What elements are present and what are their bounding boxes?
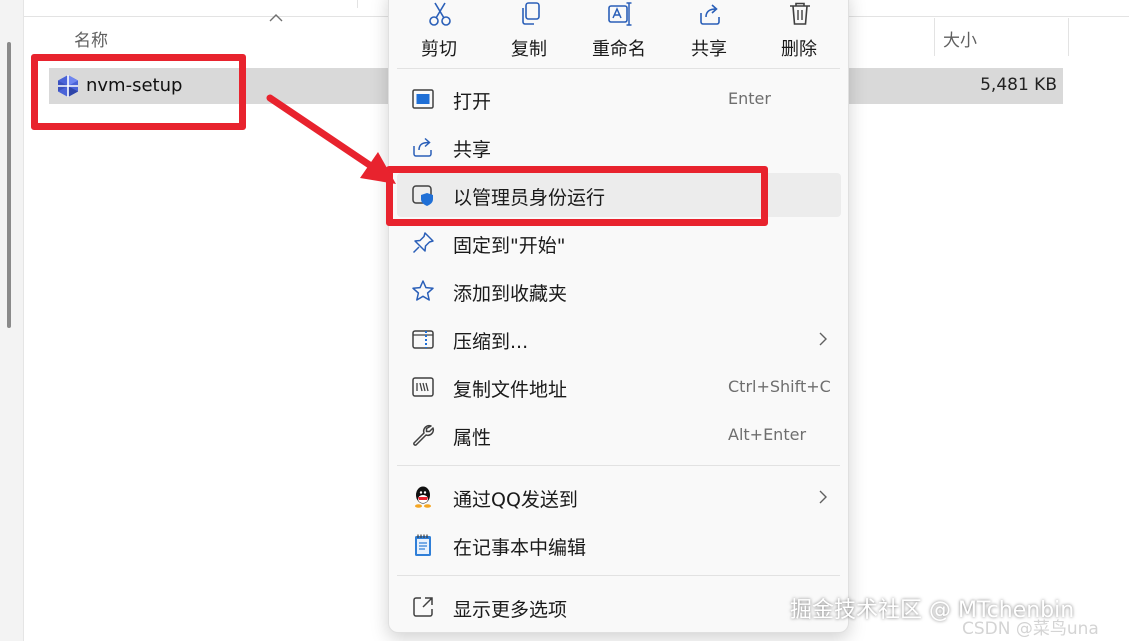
menu-item-share[interactable]: 共享 [397, 125, 841, 169]
context-menu: 剪切 复制 重命名 共享 删除 打开 Enter 共享 以管理员身份运行 固定到… [388, 0, 849, 633]
menu-item-shortcut: Alt+Enter [728, 425, 807, 444]
menu-item-shortcut: Ctrl+Shift+C [728, 377, 831, 396]
pin-icon [412, 232, 434, 254]
menu-item-label: 共享 [453, 139, 492, 161]
menu-item-send-via-qq[interactable]: 通过QQ发送到 [397, 475, 841, 519]
menu-divider [397, 465, 840, 466]
open-window-icon [412, 89, 434, 109]
highlight-box-run-as-admin [386, 166, 768, 226]
menu-item-open[interactable]: 打开 Enter [397, 77, 841, 121]
rename-button[interactable]: 重命名 [583, 0, 655, 60]
menu-item-label: 压缩到... [453, 331, 529, 353]
menu-item-label: 打开 [453, 91, 492, 113]
chevron-right-icon [819, 332, 827, 346]
file-size: 5,481 KB [980, 75, 1057, 95]
chevron-right-icon [819, 490, 827, 504]
scrollbar[interactable] [7, 42, 11, 328]
delete-label: 删除 [781, 39, 817, 60]
menu-item-pin-to-start[interactable]: 固定到"开始" [397, 221, 841, 265]
qq-icon [415, 486, 431, 508]
menu-item-label: 添加到收藏夹 [453, 283, 568, 305]
menu-divider [397, 575, 840, 576]
menu-item-copy-path[interactable]: 复制文件地址 Ctrl+Shift+C [397, 365, 841, 409]
cut-button[interactable]: 剪切 [403, 0, 475, 60]
menu-item-compress-to[interactable]: 压缩到... [397, 317, 841, 361]
column-divider[interactable] [934, 18, 935, 56]
menu-item-show-more-options[interactable]: 显示更多选项 [397, 585, 841, 629]
rename-label: 重命名 [592, 39, 646, 60]
zip-icon [412, 330, 434, 349]
menu-item-shortcut: Enter [728, 89, 771, 108]
wrench-icon [413, 424, 435, 446]
expand-icon [413, 597, 433, 617]
menu-item-label: 通过QQ发送到 [453, 489, 578, 511]
share-label: 共享 [691, 39, 727, 60]
share-button[interactable]: 共享 [673, 0, 745, 60]
column-header-size[interactable]: 大小 [943, 26, 977, 51]
cut-label: 剪切 [421, 39, 457, 60]
rename-icon [608, 2, 632, 26]
menu-divider [397, 68, 840, 69]
menu-item-label: 固定到"开始" [453, 235, 566, 257]
share-icon [413, 137, 432, 157]
watermark-csdn: CSDN @菜鸟una [962, 619, 1099, 639]
copy-label: 复制 [511, 39, 547, 60]
menu-item-label: 属性 [453, 427, 492, 449]
star-icon [412, 280, 434, 301]
column-divider [357, 0, 358, 8]
column-header-name[interactable]: 名称 [74, 26, 108, 51]
menu-item-add-favorite[interactable]: 添加到收藏夹 [397, 269, 841, 313]
copy-path-icon [412, 377, 434, 397]
column-divider[interactable] [1068, 18, 1069, 56]
menu-item-label: 显示更多选项 [453, 599, 568, 621]
navigation-pane-edge [0, 0, 24, 641]
copy-icon [522, 2, 540, 25]
menu-item-properties[interactable]: 属性 Alt+Enter [397, 413, 841, 457]
delete-button[interactable]: 删除 [763, 0, 835, 60]
menu-item-edit-in-notepad[interactable]: 在记事本中编辑 [397, 523, 841, 567]
scissors-icon [429, 2, 451, 26]
highlight-box-file [31, 54, 246, 130]
menu-item-label: 复制文件地址 [453, 379, 568, 401]
sort-ascending-icon [269, 14, 283, 22]
notepad-icon [415, 534, 431, 556]
copy-button[interactable]: 复制 [493, 0, 565, 60]
menu-item-label: 在记事本中编辑 [453, 537, 587, 559]
share-icon [700, 4, 720, 25]
trash-icon [790, 2, 810, 25]
red-arrow-annotation [266, 94, 396, 184]
